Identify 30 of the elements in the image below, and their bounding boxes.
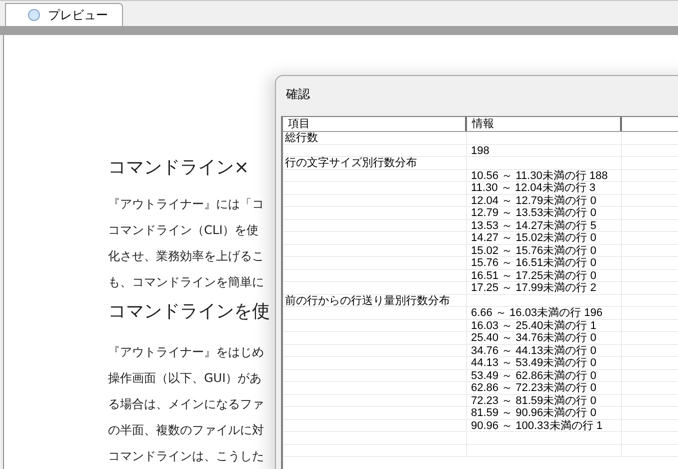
- table-cell: 44.13 ～ 53.49未満の行 0: [467, 357, 622, 368]
- table-cell: 17.25 ～ 17.99未満の行 2: [467, 282, 622, 294]
- paragraph: 『アウトライナー』には「コ コマンドライン（CLI）を使 化させ、業務効率を上げるこ も、コマンドラインを簡単に: [108, 196, 264, 291]
- table-cell: 15.02 ～ 15.76未満の行 0: [467, 244, 622, 256]
- table-cell: 10.56 ～ 11.30未満の行 188: [467, 170, 622, 181]
- paragraph: 『アウトライナー』をはじめ 操作画面（以下、GUI）があ る場合は、メインになるファ の半面、複数のファイルに対 コマンドラインは、こうした: [108, 344, 264, 465]
- table-cell: 16.51 ～ 17.25未満の行 0: [467, 270, 622, 281]
- table-cell: 53.49 ～ 62.86未満の行 0: [467, 370, 622, 381]
- table-cell: 198: [467, 144, 622, 156]
- table-cell: 前の行からの行送り量別行数分布: [283, 294, 467, 306]
- table-cell: 90.96 ～ 100.33未満の行 1: [467, 420, 622, 431]
- table-cell: 6.66 ～ 16.03未満の行 196: [467, 307, 622, 318]
- table-cell: 62.86 ～ 72.23未満の行 0: [467, 382, 622, 394]
- table-cell: 14.27 ～ 15.02未満の行 0: [467, 232, 622, 244]
- table-cell: 12.79 ～ 13.53未満の行 0: [467, 207, 622, 218]
- table-cell: 13.53 ～ 14.27未満の行 5: [467, 220, 622, 231]
- table-cell: 12.04 ～ 12.79未満の行 0: [467, 194, 622, 206]
- table-cell: 11.30 ～ 12.04未満の行 3: [467, 182, 622, 194]
- preview-tab[interactable]: プレビュー: [5, 3, 123, 26]
- section-heading: コマンドライン×: [108, 156, 250, 180]
- table-cell: 16.03 ～ 25.40未満の行 1: [467, 320, 622, 331]
- table-cell: 72.23 ～ 81.59未満の行 0: [467, 394, 622, 406]
- table-cell: 15.76 ～ 16.51未満の行 0: [467, 257, 622, 268]
- table-cell: 34.76 ～ 44.13未満の行 0: [467, 344, 622, 356]
- table-cell: 行の文字サイズ別行数分布: [283, 157, 467, 168]
- section-heading: コマンドラインを使: [108, 300, 270, 324]
- table-cell: 81.59 ～ 90.96未満の行 0: [467, 407, 622, 418]
- table-cell: 総行数: [283, 132, 467, 144]
- dialog-title: 確認: [286, 86, 310, 103]
- table-cell: 25.40 ～ 34.76未満の行 0: [467, 332, 622, 344]
